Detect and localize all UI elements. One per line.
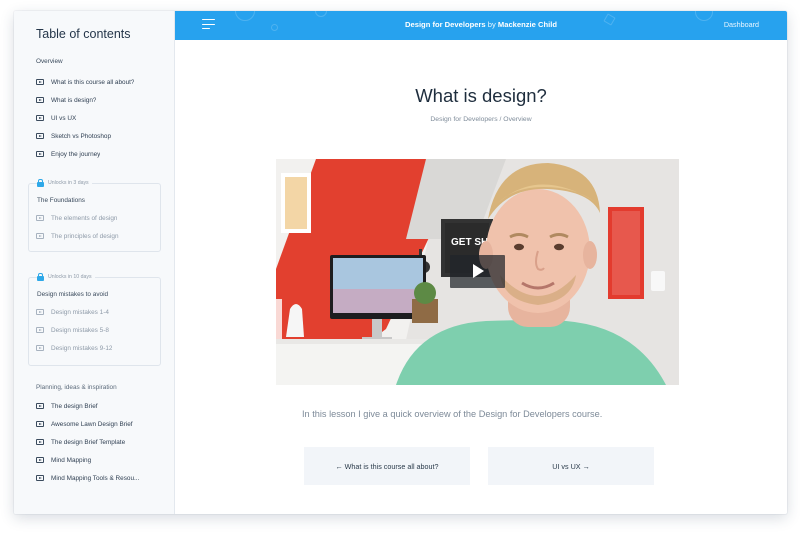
locked-lesson-item: Design mistakes 9-12 xyxy=(36,342,171,354)
lesson-item[interactable]: What is this course all about? xyxy=(36,76,171,88)
section-label-planning: Planning, ideas & inspiration xyxy=(36,384,117,391)
lesson-item[interactable]: Enjoy the journey xyxy=(36,148,171,160)
play-icon[interactable] xyxy=(450,255,505,288)
course-name: Design for Developers xyxy=(405,20,486,29)
video-icon xyxy=(36,233,44,239)
lesson-label: Design mistakes 9-12 xyxy=(51,344,113,352)
top-bar: Design for Developers by Mackenzie Child… xyxy=(175,11,787,40)
breadcrumb-course[interactable]: Design for Developers xyxy=(430,116,497,123)
section-label-foundations: The Foundations xyxy=(37,197,85,204)
next-lesson-button[interactable]: UI vs UX → xyxy=(488,447,654,485)
lesson-label: The design Brief xyxy=(51,402,98,410)
header-decoration xyxy=(315,11,327,17)
lesson-title: What is design? xyxy=(415,85,547,106)
breadcrumb: Design for Developers / Overview xyxy=(175,116,787,123)
lesson-label: Design mistakes 1-4 xyxy=(51,308,109,316)
course-author: Mackenzie Child xyxy=(497,20,557,29)
video-icon xyxy=(36,439,44,445)
video-icon xyxy=(36,115,44,121)
unlock-text: Unlocks in 10 days xyxy=(48,274,92,280)
video-icon xyxy=(36,151,44,157)
video-player[interactable]: GET SHIT DONE xyxy=(276,159,679,385)
section-label-mistakes: Design mistakes to avoid xyxy=(37,291,109,298)
lesson-label: The principles of design xyxy=(51,232,119,240)
lock-icon xyxy=(37,273,44,282)
lesson-item[interactable]: What is design? xyxy=(36,94,171,106)
lesson-item[interactable]: Mind Mapping xyxy=(36,454,171,466)
video-icon xyxy=(36,309,44,315)
locked-lesson-item: Design mistakes 1-4 xyxy=(36,306,171,318)
previous-lesson-button[interactable]: ← What is this course all about? xyxy=(304,447,470,485)
breadcrumb-section[interactable]: Overview xyxy=(503,116,531,123)
locked-lesson-item: The principles of design xyxy=(36,230,171,242)
unlock-text: Unlocks in 3 days xyxy=(48,180,89,186)
video-icon xyxy=(36,457,44,463)
lesson-label: The elements of design xyxy=(51,214,118,222)
lesson-description: In this lesson I give a quick overview o… xyxy=(302,409,603,419)
app-window: Table of contents Overview What is this … xyxy=(14,11,787,514)
video-icon xyxy=(36,97,44,103)
video-icon xyxy=(36,345,44,351)
lesson-item[interactable]: Mind Mapping Tools & Resou... xyxy=(36,472,171,484)
lesson-label: Mind Mapping Tools & Resou... xyxy=(51,474,140,482)
lesson-label: UI vs UX xyxy=(51,114,77,122)
unlock-notice: Unlocks in 10 days xyxy=(37,273,95,282)
video-icon xyxy=(36,133,44,139)
video-icon xyxy=(36,215,44,221)
lock-icon xyxy=(37,179,44,188)
lesson-item[interactable]: Awesome Lawn Design Brief xyxy=(36,418,171,430)
lesson-label: Mind Mapping xyxy=(51,456,92,464)
video-icon xyxy=(36,421,44,427)
lesson-item[interactable]: The design Brief xyxy=(36,400,171,412)
dashboard-link[interactable]: Dashboard xyxy=(724,20,759,29)
lesson-label: The design Brief Template xyxy=(51,438,126,446)
lesson-label: Design mistakes 5-8 xyxy=(51,326,109,334)
course-by: by xyxy=(487,20,496,29)
lesson-label: Sketch vs Photoshop xyxy=(51,132,112,140)
video-icon xyxy=(36,327,44,333)
video-icon xyxy=(36,475,44,481)
lesson-item[interactable]: The design Brief Template xyxy=(36,436,171,448)
video-icon xyxy=(36,403,44,409)
video-icon xyxy=(36,79,44,85)
toc-title: Table of contents xyxy=(36,27,131,41)
lesson-label: What is design? xyxy=(51,96,97,104)
course-header-title: Design for Developers by Mackenzie Child xyxy=(175,20,787,29)
lesson-label: Awesome Lawn Design Brief xyxy=(51,420,133,428)
lesson-label: Enjoy the journey xyxy=(51,150,101,158)
locked-lesson-item: The elements of design xyxy=(36,212,171,224)
lesson-item[interactable]: Sketch vs Photoshop xyxy=(36,130,171,142)
unlock-notice: Unlocks in 3 days xyxy=(37,179,92,188)
lesson-item[interactable]: UI vs UX xyxy=(36,112,171,124)
lesson-label: What is this course all about? xyxy=(51,78,135,86)
sidebar: Table of contents Overview What is this … xyxy=(14,11,175,514)
locked-lesson-item: Design mistakes 5-8 xyxy=(36,324,171,336)
section-label-overview: Overview xyxy=(36,58,63,65)
